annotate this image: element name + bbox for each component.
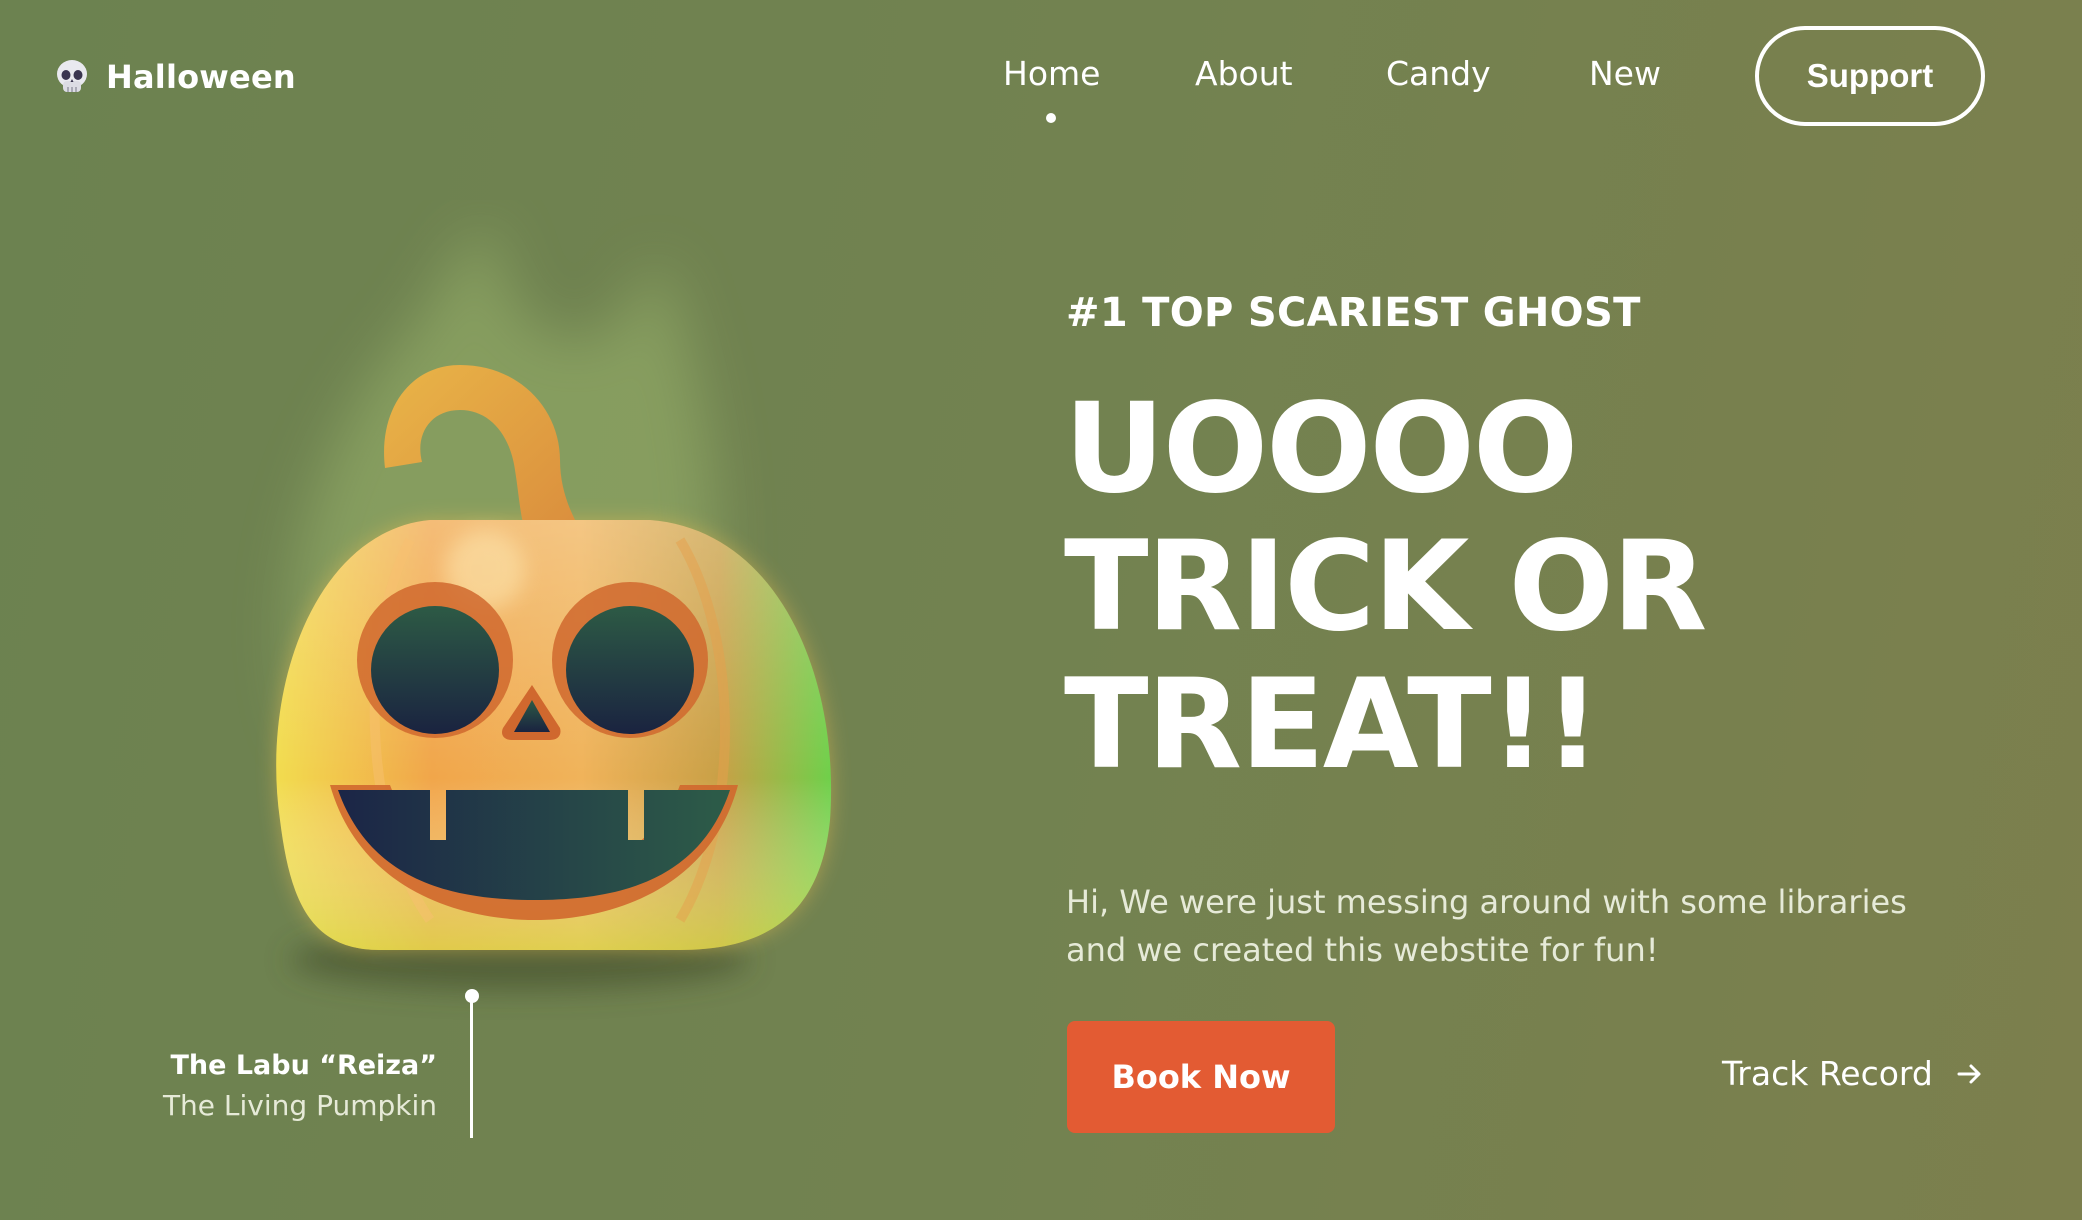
hero-description: Hi, We were just messing around with som… (1066, 883, 1907, 969)
book-now-button[interactable]: Book Now (1067, 1021, 1335, 1133)
jack-o-lantern-icon (276, 220, 832, 990)
pumpkin-illustration (140, 200, 900, 1060)
hero-headline: UOOOO TRICK OR TREAT!! (1064, 377, 1707, 797)
track-record-label: Track Record (1722, 1054, 1933, 1093)
nav-link-candy[interactable]: Candy (1386, 54, 1491, 93)
active-nav-indicator (1046, 113, 1056, 123)
hero-eyebrow: #1 TOP SCARIEST GHOST (1066, 290, 1641, 336)
track-record-link[interactable]: Track Record (1722, 1054, 1985, 1093)
support-button[interactable]: Support (1755, 26, 1985, 126)
nav-link-home[interactable]: Home (1003, 54, 1100, 93)
brand-name: Halloween (106, 58, 296, 96)
nav-link-new[interactable]: New (1589, 54, 1661, 93)
caption-pointer-line (470, 996, 473, 1138)
brand-logo[interactable]: Halloween (52, 57, 296, 97)
headline-line-1: UOOOO (1064, 377, 1578, 521)
character-name: The Labu “Reiza” (170, 1050, 437, 1081)
arrow-right-icon (1957, 1064, 1981, 1083)
nav-link-about[interactable]: About (1195, 54, 1293, 93)
headline-line-3: TREAT!! (1064, 653, 1601, 797)
skull-icon (57, 60, 87, 92)
character-subtitle: The Living Pumpkin (162, 1089, 437, 1122)
character-caption: The Labu “Reiza” The Living Pumpkin (117, 1050, 437, 1122)
landing-page: Halloween Home About Candy New Support T… (0, 0, 2082, 1220)
headline-line-2: TRICK OR (1064, 515, 1707, 659)
